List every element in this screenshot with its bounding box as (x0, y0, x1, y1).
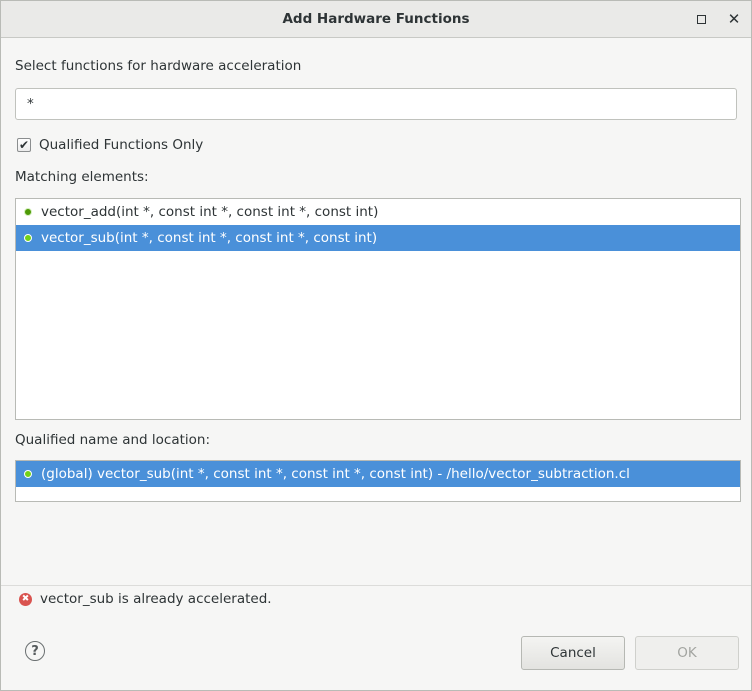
ok-button[interactable]: OK (635, 636, 739, 670)
help-button[interactable]: ? (25, 641, 45, 661)
add-hardware-functions-dialog: Add Hardware Functions ✕ Select function… (0, 0, 752, 691)
status-text: vector_sub is already accelerated. (40, 591, 272, 607)
qualified-name-list[interactable]: (global) vector_sub(int *, const int *, … (15, 460, 741, 502)
maximize-icon (696, 14, 706, 24)
close-button[interactable]: ✕ (724, 9, 744, 29)
matching-elements-label: Matching elements: (15, 169, 149, 185)
function-icon (24, 470, 32, 478)
status-message: ✖ vector_sub is already accelerated. (19, 590, 272, 608)
dialog-title: Add Hardware Functions (282, 11, 470, 27)
list-item[interactable]: vector_sub(int *, const int *, const int… (16, 225, 740, 251)
function-icon (24, 208, 32, 216)
error-icon: ✖ (19, 592, 32, 606)
qualified-only-label[interactable]: Qualified Functions Only (39, 137, 203, 153)
status-divider (1, 585, 751, 586)
filter-label: Select functions for hardware accelerati… (15, 58, 302, 74)
cancel-button[interactable]: Cancel (521, 636, 625, 670)
matching-elements-list[interactable]: vector_add(int *, const int *, const int… (15, 198, 741, 420)
function-filter-input[interactable]: * (15, 88, 737, 120)
checkmark-icon: ✔ (18, 138, 30, 152)
close-icon: ✕ (727, 9, 741, 28)
qualified-name-label: Qualified name and location: (15, 432, 211, 448)
list-item[interactable]: vector_add(int *, const int *, const int… (16, 199, 740, 225)
qualified-only-checkbox[interactable]: ✔ (17, 138, 31, 152)
list-item-label: vector_sub(int *, const int *, const int… (41, 230, 378, 246)
help-icon: ? (31, 643, 39, 659)
list-item[interactable]: (global) vector_sub(int *, const int *, … (16, 461, 740, 487)
maximize-button[interactable] (691, 9, 711, 29)
list-item-label: vector_add(int *, const int *, const int… (41, 204, 379, 220)
qualified-only-option[interactable]: ✔ Qualified Functions Only (17, 136, 203, 154)
list-item-label: (global) vector_sub(int *, const int *, … (41, 466, 630, 482)
title-bar: Add Hardware Functions ✕ (1, 1, 751, 38)
function-icon (24, 234, 32, 242)
